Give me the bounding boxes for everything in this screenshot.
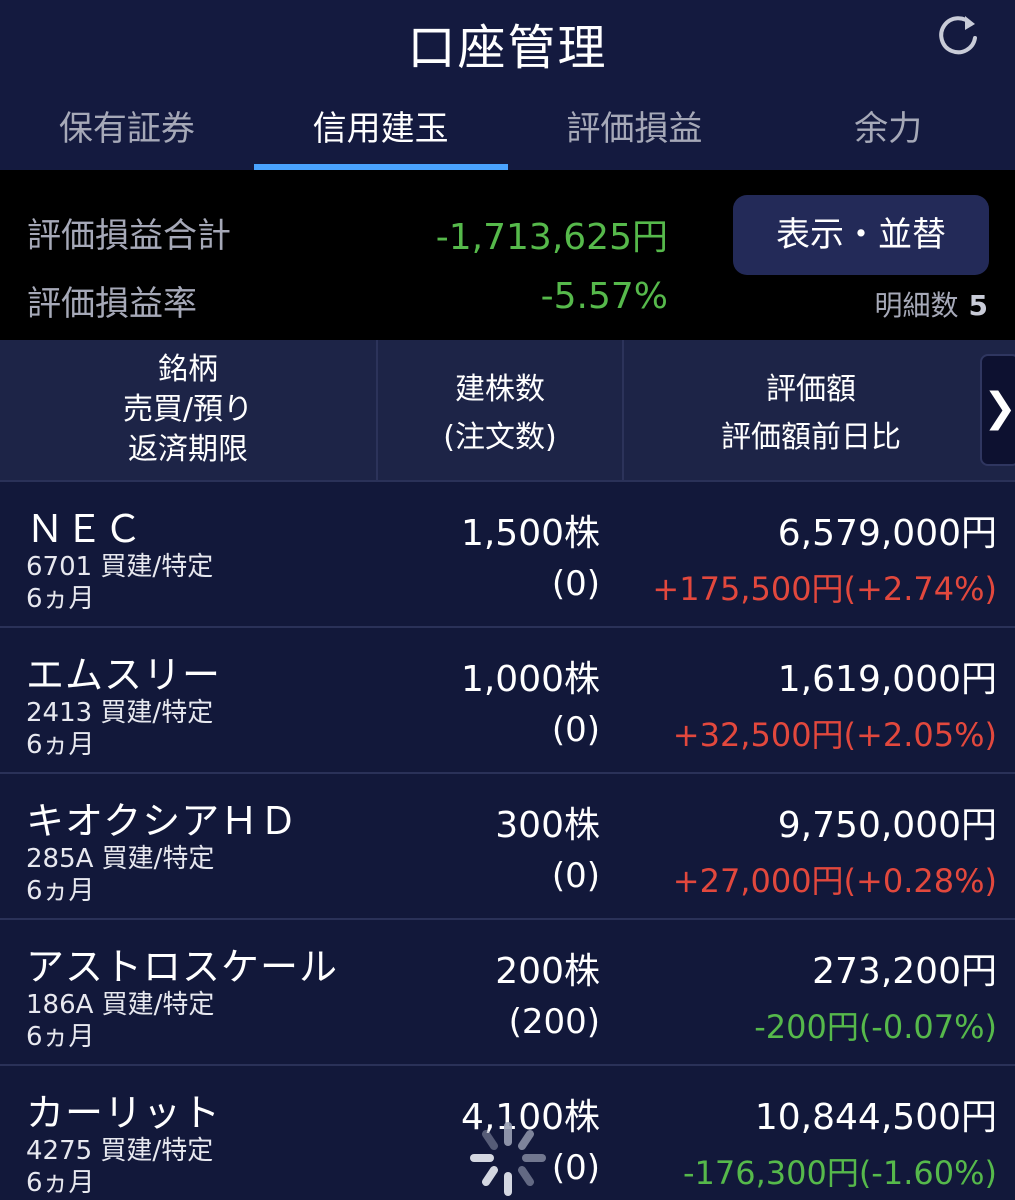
valuation: 6,579,000円 [777, 513, 997, 554]
pl-total-label: 評価損益合計 [27, 216, 231, 256]
stock-expiry: 6ヵ月 [26, 1022, 95, 1052]
header-trade-type: 売買/預り [122, 392, 254, 427]
table-row[interactable]: ＮＥＣ 6701 買建/特定 6ヵ月 1,500株 (0) 6,579,000円… [0, 480, 1015, 626]
order-qty: (0) [551, 1148, 600, 1188]
valuation-change: -176,300円(-1.60%) [682, 1154, 997, 1192]
table-row[interactable]: アストロスケール 186A 買建/特定 6ヵ月 200株 (200) 273,2… [0, 918, 1015, 1064]
position-qty: 200株 [495, 951, 600, 992]
header-order-qty: (注文数) [443, 420, 557, 455]
tab-buying-power[interactable]: 余力 [761, 94, 1015, 170]
header-qty: 建株数 [455, 372, 545, 407]
loading-spinner-icon [470, 1122, 546, 1196]
stock-expiry: 6ヵ月 [26, 730, 95, 760]
valuation: 1,619,000円 [777, 659, 997, 700]
stock-name: キオクシアＨＤ [26, 799, 299, 843]
tab-holdings[interactable]: 保有証券 [0, 94, 254, 170]
stock-expiry: 6ヵ月 [26, 584, 95, 614]
header-col-qty: 建株数 (注文数) [378, 340, 622, 480]
valuation: 10,844,500円 [754, 1097, 997, 1138]
pl-total-value: -1,713,625円 [435, 217, 668, 258]
header-col-value: 評価額 評価額前日比 [624, 340, 1015, 480]
header-stock-name: 銘柄 [158, 352, 218, 387]
valuation-change: +32,500円(+2.05%) [672, 716, 997, 754]
pl-rate-label: 評価損益率 [27, 284, 197, 324]
header-col-stock: 銘柄 売買/預り 返済期限 [0, 340, 376, 480]
table-row[interactable]: キオクシアＨＤ 285A 買建/特定 6ヵ月 300株 (0) 9,750,00… [0, 772, 1015, 918]
stock-name: エムスリー [26, 653, 222, 697]
position-qty: 300株 [495, 805, 600, 846]
app-header: 口座管理 保有証券 信用建玉 評価損益 余力 [0, 0, 1015, 170]
header-value: 評価額 [766, 372, 856, 407]
display-sort-button[interactable]: 表示・並替 [733, 195, 989, 275]
table-row[interactable]: エムスリー 2413 買建/特定 6ヵ月 1,000株 (0) 1,619,00… [0, 626, 1015, 772]
tab-profit-loss[interactable]: 評価損益 [508, 94, 762, 170]
item-count-value: 5 [968, 289, 988, 322]
header-value-change: 評価額前日比 [721, 420, 901, 455]
tab-margin-positions[interactable]: 信用建玉 [253, 94, 508, 170]
order-qty: (200) [508, 1002, 600, 1042]
order-qty: (0) [551, 710, 600, 750]
stock-name: カーリット [26, 1091, 222, 1135]
header-expiry: 返済期限 [128, 432, 248, 467]
stock-name: アストロスケール [26, 945, 339, 989]
stock-expiry: 6ヵ月 [26, 876, 95, 906]
summary-panel: 評価損益合計 -1,713,625円 評価損益率 -5.57% 表示・並替 明細… [0, 170, 1015, 340]
tab-bar: 保有証券 信用建玉 評価損益 余力 [0, 94, 1015, 170]
page-title: 口座管理 [407, 20, 608, 76]
stock-name: ＮＥＣ [26, 507, 144, 551]
valuation: 273,200円 [812, 951, 997, 992]
valuation-change: +175,500円(+2.74%) [652, 570, 997, 608]
table-header: 銘柄 売買/預り 返済期限 建株数 (注文数) 評価額 評価額前日比 [0, 340, 1015, 480]
valuation-change: -200円(-0.07%) [754, 1008, 997, 1046]
valuation: 9,750,000円 [777, 805, 997, 846]
item-count: 明細数 5 [875, 284, 989, 324]
item-count-label: 明細数 [874, 289, 959, 322]
valuation-change: +27,000円(+0.28%) [672, 862, 997, 900]
position-qty: 1,500株 [460, 513, 600, 554]
stock-expiry: 6ヵ月 [26, 1168, 95, 1198]
chevron-right-icon[interactable]: ❯ [980, 354, 1015, 466]
position-qty: 1,000株 [460, 659, 600, 700]
order-qty: (0) [551, 856, 600, 896]
pl-rate-value: -5.57% [540, 276, 668, 317]
order-qty: (0) [551, 564, 600, 604]
refresh-icon[interactable] [935, 12, 981, 58]
